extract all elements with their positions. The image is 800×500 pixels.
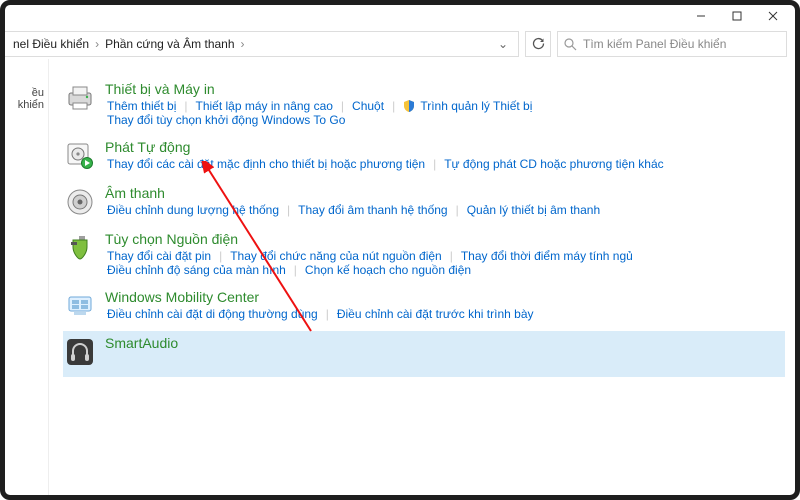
window-titlebar (5, 5, 795, 29)
search-input[interactable]: Tìm kiếm Panel Điều khiển (557, 31, 787, 57)
link-power-button[interactable]: Thay đổi chức năng của nút nguồn điện (228, 249, 444, 263)
address-bar: nel Điều khiển › Phần cứng và Âm thanh ›… (5, 29, 795, 59)
autoplay-icon (63, 139, 97, 173)
shield-icon (403, 100, 415, 112)
section-sound: Âm thanh Điều chỉnh dung lượng hệ thống … (63, 181, 785, 227)
chevron-right-icon: › (93, 37, 101, 51)
link-add-device[interactable]: Thêm thiết bị (105, 99, 178, 113)
link-presentation-settings[interactable]: Điều chỉnh cài đặt trước khi trình bày (335, 307, 536, 321)
link-autoplay-cd[interactable]: Tự động phát CD hoặc phương tiện khác (442, 157, 665, 171)
chevron-down-icon[interactable]: ⌄ (494, 37, 512, 51)
search-placeholder: Tìm kiếm Panel Điều khiển (583, 37, 726, 51)
printer-icon (63, 81, 97, 115)
section-title[interactable]: SmartAudio (105, 335, 785, 353)
link-power-plan[interactable]: Chọn kế hoạch cho nguồn điện (303, 263, 473, 277)
link-manage-audio[interactable]: Quản lý thiết bị âm thanh (465, 203, 602, 217)
chevron-right-icon: › (239, 37, 247, 51)
minimize-button[interactable] (683, 7, 719, 25)
link-change-sounds[interactable]: Thay đổi âm thanh hệ thống (296, 203, 449, 217)
sidebar: ều khiển (5, 59, 49, 495)
link-brightness[interactable]: Điều chỉnh độ sáng của màn hình (105, 263, 288, 277)
section-title[interactable]: Phát Tự động (105, 139, 785, 157)
section-title[interactable]: Windows Mobility Center (105, 289, 785, 307)
mobility-icon (63, 289, 97, 323)
section-power-options: Tùy chọn Nguồn điện Thay đổi cài đặt pin… (63, 227, 785, 285)
headphones-icon (63, 335, 97, 369)
link-battery-settings[interactable]: Thay đổi cài đặt pin (105, 249, 213, 263)
breadcrumb-seg-1[interactable]: nel Điều khiển (9, 37, 93, 51)
link-autoplay-defaults[interactable]: Thay đổi các cài đặt mặc định cho thiết … (105, 157, 427, 171)
close-button[interactable] (755, 7, 791, 25)
link-adjust-volume[interactable]: Điều chỉnh dung lượng hệ thống (105, 203, 281, 217)
sidebar-label: ều khiển (5, 87, 44, 111)
power-icon (63, 231, 97, 265)
section-smartaudio[interactable]: SmartAudio (63, 331, 785, 377)
section-title[interactable]: Thiết bị và Máy in (105, 81, 785, 99)
maximize-button[interactable] (719, 7, 755, 25)
content-area: Thiết bị và Máy in Thêm thiết bị | Thiết… (49, 59, 795, 495)
section-autoplay: Phát Tự động Thay đổi các cài đặt mặc đị… (63, 135, 785, 181)
link-device-manager[interactable]: Trình quản lý Thiết bị (401, 99, 534, 113)
speaker-icon (63, 185, 97, 219)
search-icon (564, 38, 577, 51)
link-windows-to-go[interactable]: Thay đổi tùy chọn khởi động Windows To G… (105, 113, 347, 127)
breadcrumb-seg-2[interactable]: Phần cứng và Âm thanh (101, 37, 238, 51)
link-mobility-common[interactable]: Điều chỉnh cài đặt di động thường dùng (105, 307, 320, 321)
breadcrumb[interactable]: nel Điều khiển › Phần cứng và Âm thanh ›… (5, 31, 519, 57)
link-setup-printer[interactable]: Thiết lập máy in nâng cao (194, 99, 335, 113)
refresh-button[interactable] (525, 31, 551, 57)
link-mouse[interactable]: Chuột (350, 99, 386, 113)
section-mobility-center: Windows Mobility Center Điều chỉnh cài đ… (63, 285, 785, 331)
link-sleep-time[interactable]: Thay đổi thời điểm máy tính ngủ (459, 249, 635, 263)
section-title[interactable]: Âm thanh (105, 185, 785, 203)
section-devices-printers: Thiết bị và Máy in Thêm thiết bị | Thiết… (63, 77, 785, 135)
section-title[interactable]: Tùy chọn Nguồn điện (105, 231, 785, 249)
